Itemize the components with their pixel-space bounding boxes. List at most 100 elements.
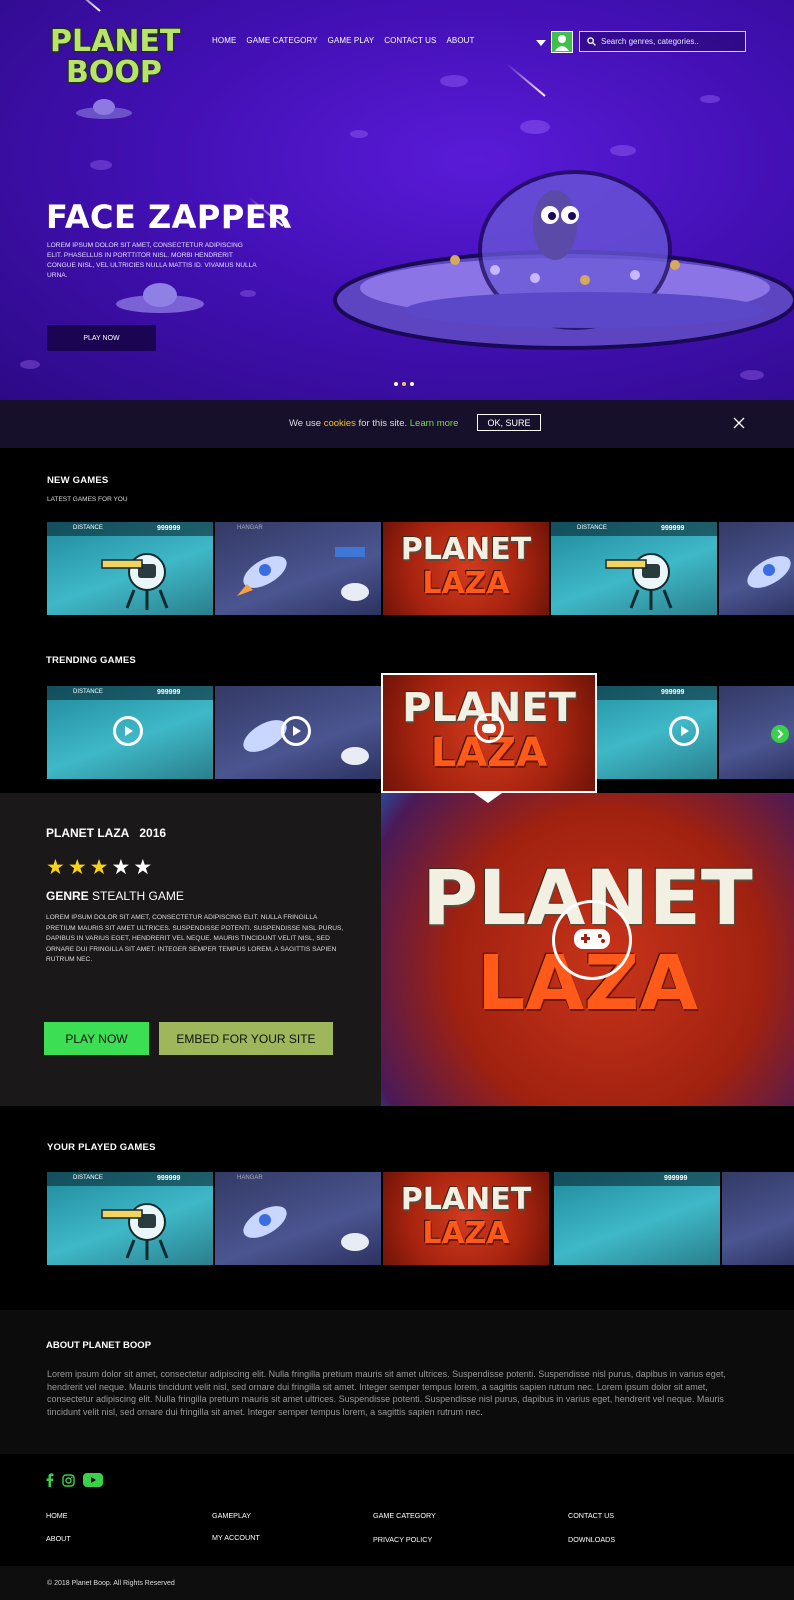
game-year: 2016 — [139, 826, 167, 840]
footer-link-my-account[interactable]: MY ACCOUNT — [212, 1533, 260, 1542]
game-tile-planet-laza-selected[interactable]: PLANET LAZA — [381, 673, 597, 793]
carousel-dot[interactable] — [410, 382, 414, 386]
star-rating: ★ ★ ★ ★ ★ — [46, 857, 152, 878]
rocket-illustration — [243, 1206, 369, 1251]
gamepad-icon[interactable] — [474, 713, 504, 743]
play-icon[interactable] — [113, 716, 143, 746]
game-description: LOREM IPSUM DOLOR SIT AMET, CONSECTETUR … — [46, 914, 344, 963]
rocket-illustration — [747, 556, 791, 588]
footer-link-game-category[interactable]: GAME CATEGORY — [373, 1511, 436, 1520]
planet-boop-logo[interactable]: PLANET BOOP — [46, 18, 196, 92]
game-tile-robot[interactable]: DISTANCE 999999 — [551, 522, 717, 615]
new-games-carousel: DISTANCE 999999 HANGAR PLANET LAZA DISTA… — [47, 522, 794, 615]
nav-about[interactable]: ABOUT — [446, 36, 474, 45]
hud-score: 999999 — [157, 1175, 181, 1182]
footer-link-downloads[interactable]: DOWNLOADS — [568, 1535, 615, 1544]
hud-label: DISTANCE — [73, 525, 103, 531]
social-links — [46, 1473, 103, 1487]
footer-link-gameplay[interactable]: GAMEPLAY — [212, 1511, 251, 1520]
star-empty-icon: ★ — [133, 856, 153, 879]
hero-play-now-button[interactable]: PLAY NOW — [47, 325, 156, 351]
new-games-subtitle: LATEST GAMES FOR YOU — [47, 496, 128, 503]
laza-title-bottom: LAZA — [422, 566, 510, 601]
chevron-down-icon[interactable] — [536, 40, 546, 46]
game-detail-title: PLANET LAZA 2016 — [46, 826, 166, 840]
search-icon[interactable] — [587, 37, 596, 46]
genre-label: GENRE — [46, 889, 89, 903]
game-genre: GENRE STEALTH GAME — [46, 889, 184, 903]
nav-contact-us[interactable]: CONTACT US — [384, 36, 436, 45]
rocket-illustration — [237, 547, 369, 601]
footer-link-home[interactable]: HOME — [46, 1511, 68, 1520]
search-box — [579, 31, 746, 52]
nav-game-play[interactable]: GAME PLAY — [328, 36, 375, 45]
user-avatar[interactable] — [551, 31, 573, 53]
genre-value: STEALTH GAME — [92, 889, 184, 903]
game-detail-image[interactable]: PLANET LAZA — [381, 793, 794, 1106]
laza-title-top: PLANET — [400, 1182, 532, 1217]
svg-text:BOOP: BOOP — [66, 55, 162, 90]
game-tile-rocket[interactable] — [215, 686, 381, 779]
game-tile-planet-laza[interactable]: PLANET LAZA — [383, 522, 549, 615]
footer — [0, 1454, 794, 1566]
cookie-text: for this site. — [355, 418, 410, 429]
star-filled-icon: ★ — [67, 856, 87, 879]
footer-link-about[interactable]: ABOUT — [46, 1534, 71, 1543]
cookie-text: We use — [289, 418, 324, 429]
game-tile-robot[interactable]: DISTANCE 999999 — [47, 686, 213, 779]
game-tile-rocket[interactable] — [722, 1172, 794, 1265]
main-nav: HOME GAME CATEGORY GAME PLAY CONTACT US … — [212, 36, 485, 45]
game-tile-rocket[interactable] — [719, 522, 794, 615]
new-games-title: NEW GAMES — [47, 475, 109, 486]
gamepad-icon[interactable] — [552, 900, 632, 980]
small-ufo-illustration — [116, 283, 204, 313]
about-text: Lorem ipsum dolor sit amet, consectetur … — [47, 1369, 726, 1417]
game-tile-robot[interactable]: DISTANCE 999999 — [47, 522, 213, 615]
svg-text:PLANET: PLANET — [50, 24, 181, 59]
hud-score: 999999 — [664, 1175, 688, 1182]
cookies-link[interactable]: cookies — [324, 418, 356, 429]
hud-label: DISTANCE — [73, 689, 103, 695]
play-now-button[interactable]: PLAY NOW — [44, 1022, 149, 1055]
carousel-dot[interactable] — [394, 382, 398, 386]
close-icon[interactable] — [733, 417, 745, 429]
game-tile-robot[interactable]: 999999 — [554, 1172, 720, 1265]
play-icon[interactable] — [669, 716, 699, 746]
laza-title-bottom: LAZA — [422, 1216, 510, 1251]
hud-score: 999999 — [661, 525, 685, 532]
cookie-ok-button[interactable]: OK, SURE — [477, 414, 541, 431]
play-icon[interactable] — [281, 716, 311, 746]
carousel-dot-active[interactable] — [402, 382, 406, 386]
nav-game-category[interactable]: GAME CATEGORY — [246, 36, 317, 45]
search-input[interactable] — [601, 37, 741, 46]
embed-button[interactable]: EMBED FOR YOUR SITE — [159, 1022, 333, 1055]
hud-score: 999999 — [661, 689, 685, 696]
robot-illustration — [101, 1203, 169, 1260]
hero-description: LOREM IPSUM DOLOR SIT AMET, CONSECTETUR … — [47, 242, 257, 279]
star-filled-icon: ★ — [89, 856, 109, 879]
hud-score: 999999 — [157, 689, 181, 696]
nav-home[interactable]: HOME — [212, 36, 236, 45]
game-tile-planet-laza[interactable]: PLANET LAZA — [383, 1172, 549, 1265]
hud-score: 999999 — [157, 525, 181, 532]
played-games-title: YOUR PLAYED GAMES — [47, 1142, 156, 1153]
hud-label: DISTANCE — [73, 1175, 103, 1181]
carousel-next-button[interactable] — [771, 725, 789, 743]
game-tile-rocket[interactable]: HANGAR — [215, 1172, 381, 1265]
game-title: PLANET LAZA — [46, 826, 130, 840]
learn-more-link[interactable]: Learn more — [410, 418, 459, 429]
instagram-icon[interactable] — [62, 1473, 75, 1487]
game-tile-robot[interactable]: DISTANCE 999999 — [47, 1172, 213, 1265]
small-ufo-illustration — [76, 99, 132, 119]
footer-link-contact-us[interactable]: CONTACT US — [568, 1511, 614, 1520]
hangar-label: HANGAR — [237, 525, 263, 531]
game-tile-rocket[interactable]: HANGAR — [215, 522, 381, 615]
about-title: ABOUT PLANET BOOP — [46, 1340, 152, 1351]
youtube-icon[interactable] — [83, 1473, 103, 1487]
trending-games-title: TRENDING GAMES — [46, 655, 136, 666]
footer-link-privacy-policy[interactable]: PRIVACY POLICY — [373, 1535, 432, 1544]
chevron-right-icon — [777, 729, 784, 739]
hangar-label: HANGAR — [237, 1175, 263, 1181]
hero-title: FACE ZAPPER — [46, 198, 293, 236]
facebook-icon[interactable] — [46, 1473, 54, 1487]
